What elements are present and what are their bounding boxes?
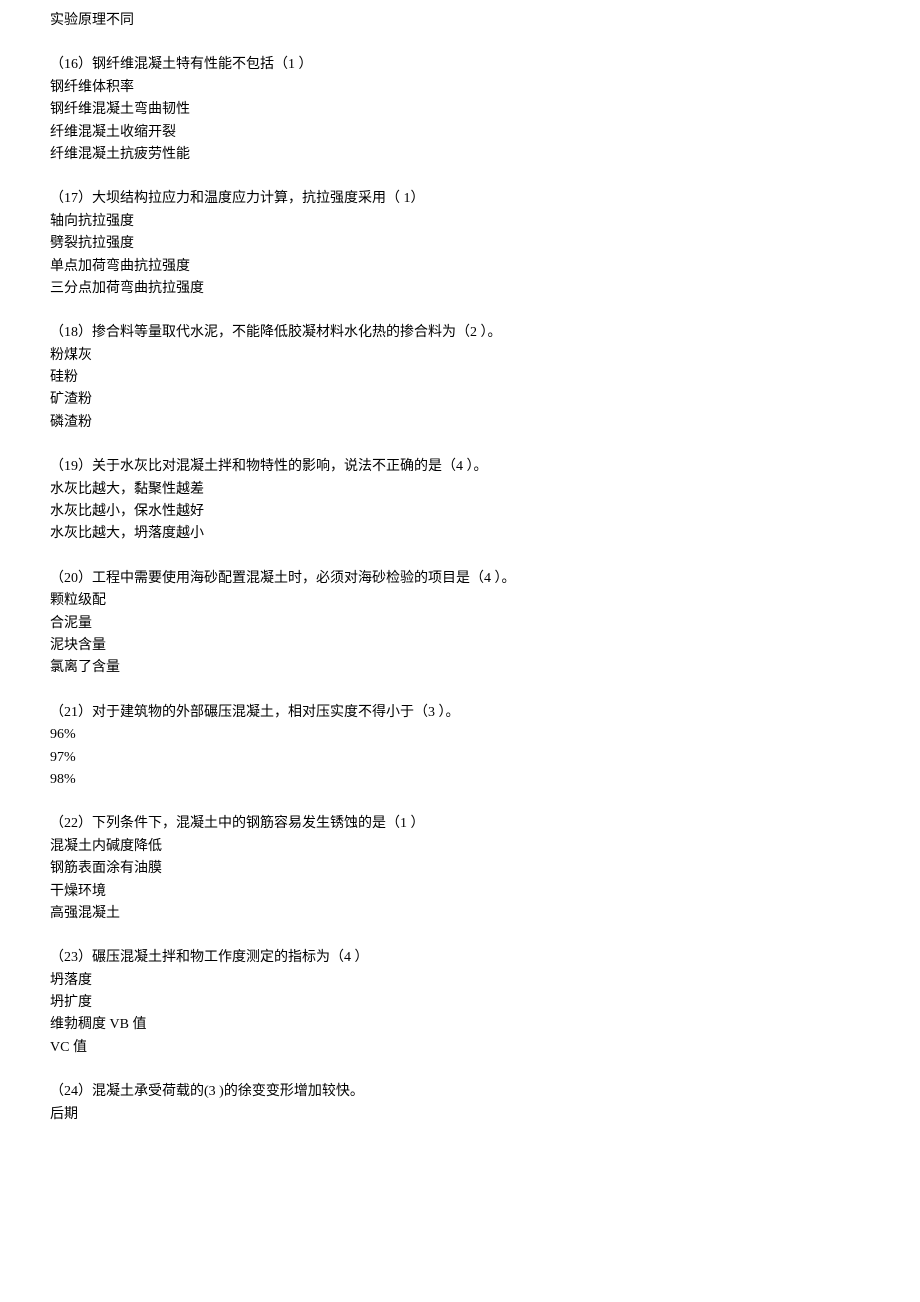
pre-line: 实验原理不同 bbox=[50, 10, 870, 32]
spacer bbox=[50, 32, 870, 54]
question-option: 后期 bbox=[50, 1104, 870, 1126]
spacer bbox=[50, 300, 870, 322]
question-option: VC 值 bbox=[50, 1037, 870, 1059]
question-option: 单点加荷弯曲抗拉强度 bbox=[50, 256, 870, 278]
question-option: 泥块含量 bbox=[50, 635, 870, 657]
question-option: 水灰比越大，坍落度越小 bbox=[50, 523, 870, 545]
question-option: 颗粒级配 bbox=[50, 590, 870, 612]
question-option: 钢纤维混凝土弯曲韧性 bbox=[50, 99, 870, 121]
question-option: 劈裂抗拉强度 bbox=[50, 233, 870, 255]
question-option: 干燥环境 bbox=[50, 881, 870, 903]
spacer bbox=[50, 680, 870, 702]
question-stem: （22）下列条件下，混凝土中的钢筋容易发生锈蚀的是（1 ） bbox=[50, 813, 870, 835]
question-option: 坍落度 bbox=[50, 970, 870, 992]
question-option: 水灰比越大，黏聚性越差 bbox=[50, 479, 870, 501]
spacer bbox=[50, 166, 870, 188]
question-option: 合泥量 bbox=[50, 613, 870, 635]
spacer bbox=[50, 791, 870, 813]
question-option: 纤维混凝土抗疲劳性能 bbox=[50, 144, 870, 166]
question-stem: （18）掺合料等量取代水泥，不能降低胶凝材料水化热的掺合料为（2 ）。 bbox=[50, 322, 870, 344]
question-option: 轴向抗拉强度 bbox=[50, 211, 870, 233]
question-option: 磷渣粉 bbox=[50, 412, 870, 434]
questions-container: （16）钢纤维混凝土特有性能不包括（1 ）钢纤维体积率钢纤维混凝土弯曲韧性纤维混… bbox=[50, 54, 870, 1126]
question-stem: （17）大坝结构拉应力和温度应力计算，抗拉强度采用（ 1） bbox=[50, 188, 870, 210]
spacer bbox=[50, 925, 870, 947]
question-stem: （20）工程中需要使用海砂配置混凝土时，必须对海砂检验的项目是（4 ）。 bbox=[50, 568, 870, 590]
question-option: 坍扩度 bbox=[50, 992, 870, 1014]
question-option: 硅粉 bbox=[50, 367, 870, 389]
question-option: 三分点加荷弯曲抗拉强度 bbox=[50, 278, 870, 300]
question-option: 维勃稠度 VB 值 bbox=[50, 1014, 870, 1036]
spacer bbox=[50, 1059, 870, 1081]
question-option: 钢筋表面涂有油膜 bbox=[50, 858, 870, 880]
question-stem: （19）关于水灰比对混凝土拌和物特性的影响，说法不正确的是（4 ）。 bbox=[50, 456, 870, 478]
question-option: 96% bbox=[50, 724, 870, 746]
question-option: 高强混凝土 bbox=[50, 903, 870, 925]
question-stem: （21）对于建筑物的外部碾压混凝土，相对压实度不得小于（3 ）。 bbox=[50, 702, 870, 724]
question-option: 粉煤灰 bbox=[50, 345, 870, 367]
question-option: 纤维混凝土收缩开裂 bbox=[50, 122, 870, 144]
question-option: 水灰比越小，保水性越好 bbox=[50, 501, 870, 523]
question-stem: （23）碾压混凝土拌和物工作度测定的指标为（4 ） bbox=[50, 947, 870, 969]
question-option: 98% bbox=[50, 769, 870, 791]
question-stem: （24）混凝土承受荷载的(3 )的徐变变形增加较快。 bbox=[50, 1081, 870, 1103]
question-option: 氯离了含量 bbox=[50, 657, 870, 679]
question-option: 97% bbox=[50, 747, 870, 769]
question-option: 混凝土内碱度降低 bbox=[50, 836, 870, 858]
spacer bbox=[50, 546, 870, 568]
question-option: 钢纤维体积率 bbox=[50, 77, 870, 99]
spacer bbox=[50, 434, 870, 456]
question-option: 矿渣粉 bbox=[50, 389, 870, 411]
question-stem: （16）钢纤维混凝土特有性能不包括（1 ） bbox=[50, 54, 870, 76]
